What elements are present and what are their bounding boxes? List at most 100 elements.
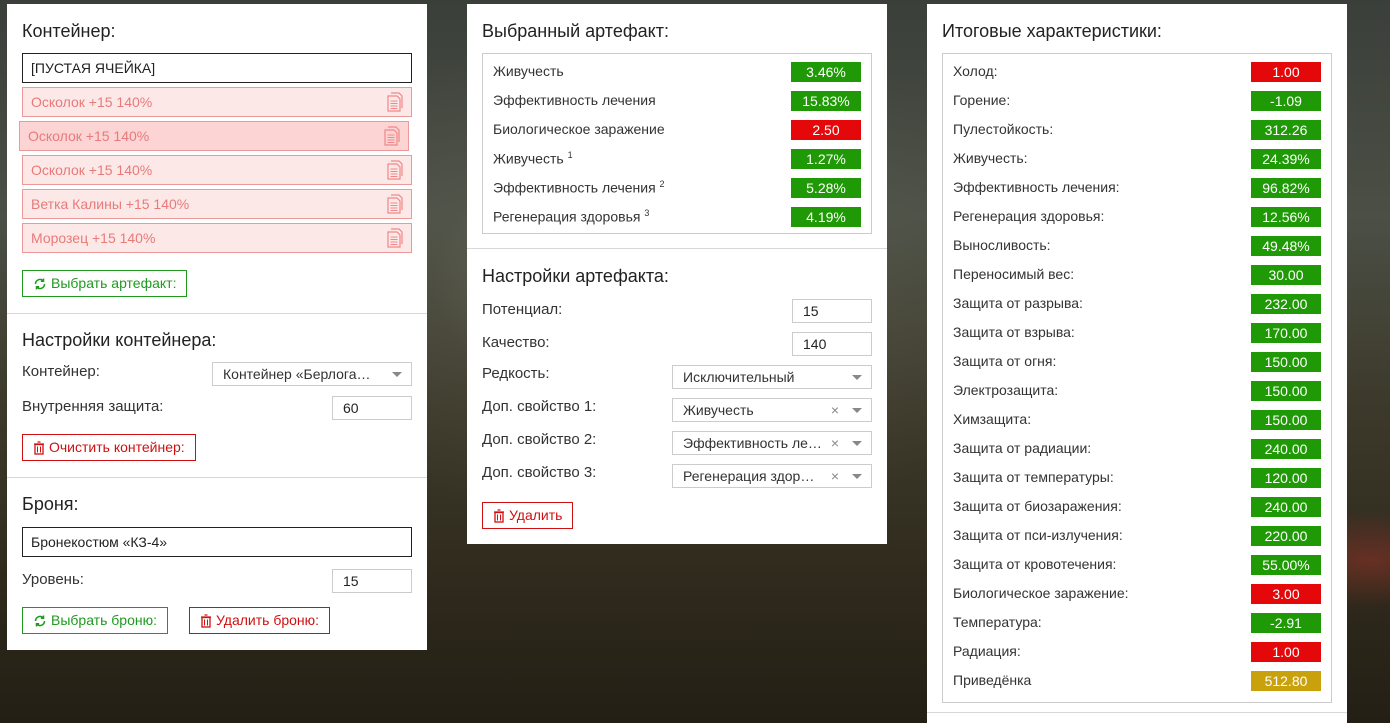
stat-label: Биологическое заражение [493, 121, 665, 137]
clear-icon[interactable]: × [831, 432, 839, 454]
stat-label: Химзащита: [953, 411, 1031, 427]
delete-artifact-label: Удалить [509, 507, 563, 523]
stat-label-text: Живучесть: [953, 150, 1028, 166]
copy-icon[interactable] [387, 228, 403, 248]
stat-value-badge: 1.00 [1251, 642, 1321, 662]
stat-label: Горение: [953, 92, 1010, 108]
container-slot[interactable]: Осколок +15 140% [22, 87, 412, 117]
select-armor-button[interactable]: Выбрать броню: [22, 607, 168, 634]
stat-label: Регенерация здоровья 3 [493, 208, 649, 225]
stat-label: Защита от биозаражения: [953, 498, 1122, 514]
stat-label: Выносливость: [953, 237, 1051, 253]
quality-input[interactable]: 140 [792, 332, 872, 356]
clear-container-button[interactable]: Очистить контейнер: [22, 434, 196, 461]
stat-value-badge: 150.00 [1251, 352, 1321, 372]
stat-label: Живучесть: [953, 150, 1028, 166]
stat-row: Защита от пси-излучения: 220.00 [943, 521, 1331, 550]
potential-input[interactable]: 15 [792, 299, 872, 323]
copy-icon[interactable] [387, 92, 403, 112]
copy-icon[interactable] [387, 160, 403, 180]
stat-label-text: Биологическое заражение: [953, 585, 1129, 601]
slot-label: Осколок +15 140% [28, 128, 150, 144]
stat-row: Эффективность лечения: 96.82% [943, 173, 1331, 202]
slot-label: Осколок +15 140% [31, 162, 153, 178]
stat-row: Пулестойкость: 312.26 [943, 115, 1331, 144]
stat-label: Защита от кровотечения: [953, 556, 1116, 572]
stat-label-text: Радиация: [953, 643, 1021, 659]
stat-label-text: Защита от температуры: [953, 469, 1114, 485]
stat-label-text: Переносимый вес: [953, 266, 1075, 282]
stat-value-badge: 96.82% [1251, 178, 1321, 198]
stat-value-badge: 55.00% [1251, 555, 1321, 575]
select-artifact-button[interactable]: Выбрать артефакт: [22, 270, 188, 297]
totals-title: Итоговые характеристики: [942, 21, 1162, 41]
stat-label: Эффективность лечения 2 [493, 179, 665, 196]
stat-value-badge: 1.00 [1251, 62, 1321, 82]
container-label: Контейнер: [22, 363, 100, 380]
stat-label: Холод: [953, 63, 998, 79]
prop1-select[interactable]: Живучесть × [672, 398, 872, 422]
stat-value-badge: 4.19% [791, 207, 861, 227]
stat-row: Выносливость: 49.48% [943, 231, 1331, 260]
stat-label-text: Пулестойкость: [953, 121, 1054, 137]
container-slot[interactable]: Морозец +15 140% [22, 223, 412, 253]
stat-value-badge: 3.00 [1251, 584, 1321, 604]
prop3-select[interactable]: Регенерация здор… × [672, 464, 872, 488]
stat-row: Горение: -1.09 [943, 86, 1331, 115]
stat-row: Защита от взрыва: 170.00 [943, 318, 1331, 347]
stat-label-text: Регенерация здоровья [493, 208, 641, 225]
slot-label: Ветка Калины +15 140% [31, 196, 190, 212]
stat-value-badge: 1.27% [791, 149, 861, 169]
stat-label: Защита от радиации: [953, 440, 1091, 456]
rarity-label: Редкость: [482, 365, 550, 382]
stat-value-badge: 24.39% [1251, 149, 1321, 169]
container-slot[interactable]: Осколок +15 140% [19, 121, 409, 151]
container-slot[interactable]: Осколок +15 140% [22, 155, 412, 185]
stat-label: Температура: [953, 614, 1042, 630]
delete-armor-label: Удалить броню: [216, 612, 320, 628]
stat-row: Защита от кровотечения: 55.00% [943, 550, 1331, 579]
armor-level-input[interactable]: 15 [332, 569, 412, 593]
clear-icon[interactable]: × [831, 399, 839, 421]
stat-label-text: Защита от радиации: [953, 440, 1092, 456]
stat-label: Живучесть [493, 63, 564, 79]
inner-protection-input[interactable]: 60 [332, 396, 412, 420]
stat-row: Регенерация здоровья 3 4.19% [483, 202, 871, 231]
copy-icon[interactable] [384, 126, 400, 146]
container-slot[interactable]: Ветка Калины +15 140% [22, 189, 412, 219]
delete-armor-button[interactable]: Удалить броню: [189, 607, 331, 634]
stat-label: Биологическое заражение: [953, 585, 1129, 601]
stat-value-badge: 120.00 [1251, 468, 1321, 488]
container-select-value: Контейнер «Берлога… [223, 366, 371, 382]
prop2-select-value: Эффективность ле… [683, 435, 822, 451]
stat-value-badge: 12.56% [1251, 207, 1321, 227]
prop2-select[interactable]: Эффективность ле… × [672, 431, 872, 455]
stat-label-text: Защита от пси-излучения: [953, 527, 1123, 543]
stat-label-text: Живучесть [493, 150, 564, 167]
empty-slot[interactable]: [ПУСТАЯ ЯЧЕЙКА] [22, 53, 412, 83]
totals-panel: Итоговые характеристики: Холод: 1.00 Горен… [927, 4, 1347, 723]
stat-label: Защита от огня: [953, 353, 1056, 369]
stat-row: Электрозащита: 150.00 [943, 376, 1331, 405]
armor-slot[interactable]: Бронекостюм «КЗ-4» [22, 527, 412, 557]
chevron-down-icon [852, 474, 862, 479]
stat-label: Приведёнка [953, 672, 1031, 688]
stat-row: Защита от разрыва: 232.00 [943, 289, 1331, 318]
stat-label-text: Защита от разрыва: [953, 295, 1083, 311]
stat-label: Защита от пси-излучения: [953, 527, 1123, 543]
stat-value-badge: 3.46% [791, 62, 861, 82]
stat-value-badge: 240.00 [1251, 439, 1321, 459]
chevron-down-icon [852, 375, 862, 380]
copy-icon[interactable] [387, 194, 403, 214]
stat-value-badge: 170.00 [1251, 323, 1321, 343]
container-select[interactable]: Контейнер «Берлога… [212, 362, 412, 386]
delete-artifact-button[interactable]: Удалить [482, 502, 574, 529]
select-artifact-label: Выбрать артефакт: [51, 275, 177, 291]
stat-label: Защита от взрыва: [953, 324, 1075, 340]
rarity-select[interactable]: Исключительный [672, 365, 872, 389]
clear-icon[interactable]: × [831, 465, 839, 487]
stat-row: Биологическое заражение: 3.00 [943, 579, 1331, 608]
stat-value-badge: 232.00 [1251, 294, 1321, 314]
quality-label: Качество: [482, 334, 550, 351]
stat-label-text: Регенерация здоровья: [953, 208, 1105, 224]
